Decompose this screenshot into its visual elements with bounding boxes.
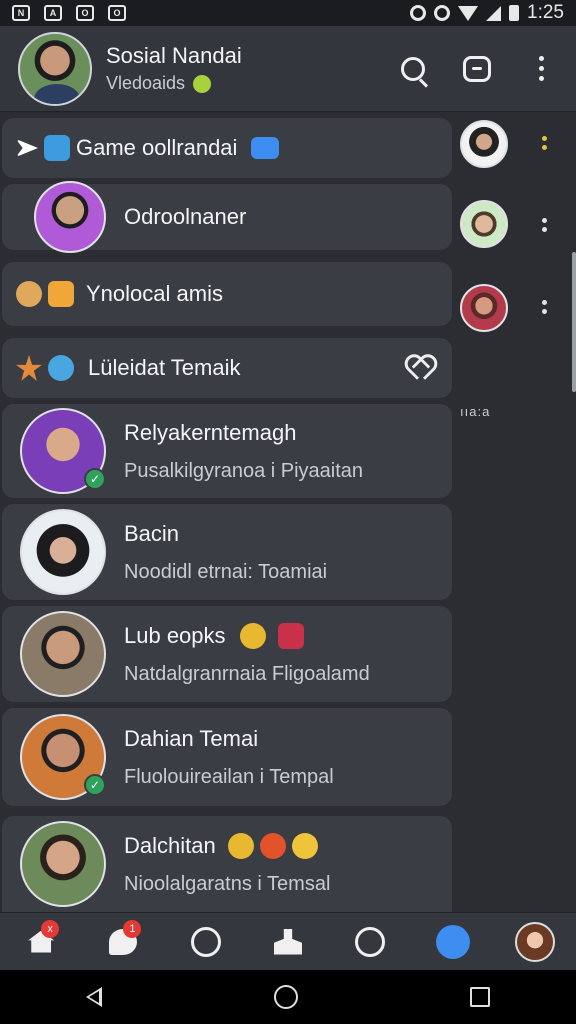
back-icon[interactable] bbox=[86, 987, 102, 1007]
notepad-icon bbox=[251, 137, 280, 159]
nav-explore-button[interactable] bbox=[433, 922, 473, 962]
people-icon bbox=[273, 928, 302, 955]
nav-download-button[interactable] bbox=[350, 922, 390, 962]
contact-name: Dahian Temai bbox=[124, 725, 259, 751]
scrollbar[interactable] bbox=[572, 252, 576, 392]
message-circle-icon bbox=[190, 926, 221, 957]
menu-item-label: Game oollrandai bbox=[76, 135, 238, 160]
heart-icon[interactable] bbox=[406, 357, 430, 379]
rail-avatar[interactable] bbox=[460, 120, 508, 168]
gift-icon bbox=[277, 622, 304, 649]
nav-profile-button[interactable] bbox=[514, 921, 555, 962]
list-item[interactable]: Lub eopks Natdalgranrnaia Fligoalamd bbox=[2, 606, 452, 702]
contact-name: Dalchitan bbox=[124, 832, 216, 858]
contact-message: Nioolalgaratns i Temsal bbox=[124, 872, 331, 895]
system-nav-bar bbox=[0, 970, 576, 1024]
nav-messages-button[interactable] bbox=[186, 922, 226, 962]
rail-more-icon[interactable] bbox=[542, 218, 548, 236]
star-face-icon bbox=[239, 622, 266, 649]
download-icon bbox=[355, 926, 386, 957]
rail-avatar[interactable] bbox=[460, 200, 508, 248]
music-icon bbox=[44, 135, 70, 161]
plane-icon bbox=[16, 139, 38, 157]
star-face-icon bbox=[227, 832, 254, 859]
a-icon: A bbox=[44, 5, 62, 21]
list-item[interactable]: Dalchitan Nioolalgaratns i Temsal bbox=[2, 816, 452, 912]
online-indicator-icon: ✓ bbox=[84, 774, 106, 796]
notification-badge: x bbox=[41, 919, 60, 938]
monkey-icon bbox=[16, 281, 42, 307]
settings-icon bbox=[434, 5, 451, 21]
contact-name: Bacin bbox=[124, 520, 180, 546]
status-bar: N A O O 1:25 bbox=[0, 0, 576, 26]
avatar bbox=[20, 821, 106, 907]
rail-more-icon[interactable] bbox=[542, 136, 548, 154]
menu-item-game[interactable]: Game oollrandai bbox=[2, 118, 452, 178]
contact-message: Pusalkilgyranoa i Piyaaitan bbox=[124, 459, 364, 482]
contact-message: Noodidl etrnai: Toamiai bbox=[124, 560, 328, 583]
avatar bbox=[34, 181, 106, 253]
nav-people-button[interactable] bbox=[268, 922, 308, 962]
kebab-icon bbox=[538, 56, 544, 81]
nav-chat-button[interactable]: 1 bbox=[103, 919, 143, 962]
smile-icon bbox=[291, 832, 318, 859]
wifi-icon bbox=[458, 5, 479, 21]
notification-badge: 1 bbox=[123, 919, 142, 938]
status-emoji-icon bbox=[193, 74, 212, 93]
contact-name: Lub eopks bbox=[124, 622, 226, 648]
alarm-icon bbox=[410, 5, 427, 21]
home-circle-icon[interactable] bbox=[274, 985, 298, 1009]
rail-label: ııa:a bbox=[460, 404, 491, 419]
menu-item-odroolnaner[interactable]: Odroolnaner bbox=[2, 181, 452, 253]
profile-avatar[interactable] bbox=[18, 31, 92, 106]
heart-face-icon bbox=[259, 832, 286, 859]
status-time: 1:25 bbox=[527, 2, 564, 23]
messages-button[interactable] bbox=[460, 52, 494, 86]
recents-icon[interactable] bbox=[470, 987, 490, 1007]
o-icon: O bbox=[108, 5, 126, 21]
star-icon bbox=[16, 355, 42, 381]
side-rail: ııa:a bbox=[460, 112, 576, 912]
o-icon: O bbox=[76, 5, 94, 21]
profile-avatar-icon bbox=[514, 921, 555, 962]
list-item[interactable]: ✓ Relyakerntemagh Pusalkilgyranoa i Piya… bbox=[2, 404, 452, 498]
search-icon bbox=[401, 56, 425, 81]
chat-icon bbox=[463, 55, 491, 82]
signal-icon bbox=[486, 5, 502, 21]
menu-item-lueleidat[interactable]: Lüleidat Temaik bbox=[2, 338, 452, 398]
n-icon: N bbox=[12, 5, 30, 21]
face-icon bbox=[48, 355, 74, 381]
battery-icon bbox=[509, 5, 520, 21]
list-item[interactable]: ✓ Dahian Temai Fluolouireailan i Tempal bbox=[2, 708, 452, 806]
menu-item-ynolocal[interactable]: Ynolocal amis bbox=[2, 262, 452, 326]
header-title: Sosial Nandai bbox=[106, 43, 242, 68]
menu-item-label: Ynolocal amis bbox=[86, 281, 223, 306]
chart-icon bbox=[48, 281, 74, 307]
avatar: ✓ bbox=[20, 714, 106, 800]
avatar bbox=[20, 509, 106, 595]
avatar bbox=[20, 611, 106, 697]
nav-home-button[interactable]: x bbox=[21, 919, 61, 962]
menu-item-label: Odroolnaner bbox=[124, 204, 247, 229]
compass-icon bbox=[435, 924, 470, 959]
contact-message: Fluolouireailan i Tempal bbox=[124, 765, 334, 788]
online-indicator-icon: ✓ bbox=[84, 468, 106, 490]
contact-message: Natdalgranrnaia Fligoalamd bbox=[124, 662, 370, 685]
bottom-nav: x 1 bbox=[0, 912, 576, 970]
avatar: ✓ bbox=[20, 408, 106, 494]
list-item[interactable]: Bacin Noodidl etrnai: Toamiai bbox=[2, 504, 452, 600]
header-subtitle: Vledoaids bbox=[106, 73, 186, 93]
rail-more-icon[interactable] bbox=[542, 300, 548, 318]
search-button[interactable] bbox=[396, 52, 430, 86]
contact-name: Relyakerntemagh bbox=[124, 419, 297, 445]
app-header: Sosial Nandai Vledoaids bbox=[0, 26, 576, 112]
rail-avatar[interactable] bbox=[460, 284, 508, 332]
menu-item-label: Lüleidat Temaik bbox=[88, 355, 241, 380]
more-options-button[interactable] bbox=[524, 52, 558, 86]
